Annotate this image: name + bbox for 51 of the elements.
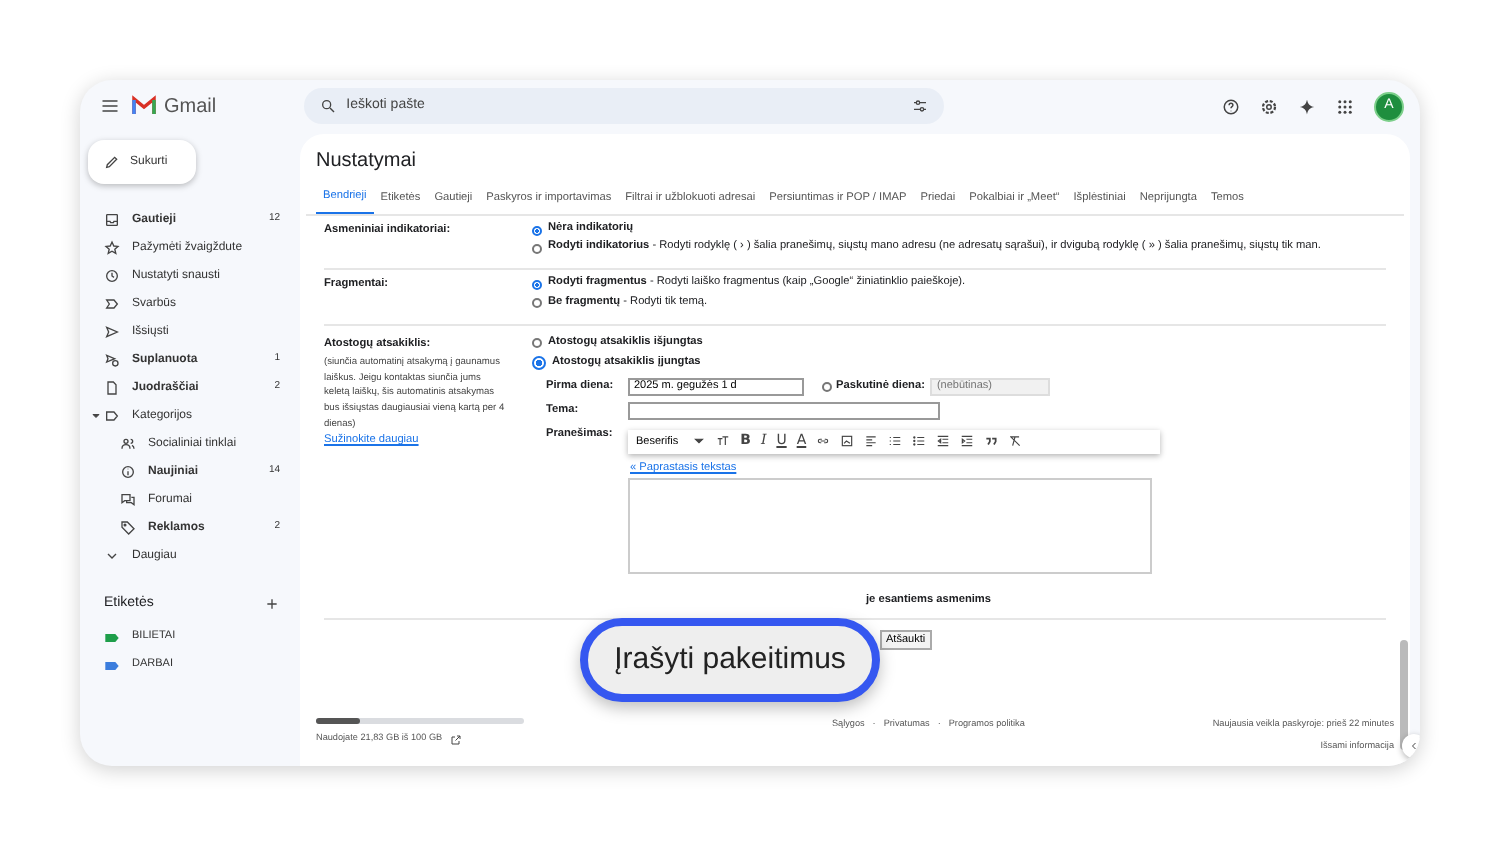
logo-text: Gmail — [164, 93, 217, 121]
clear-format-icon[interactable] — [1008, 434, 1023, 449]
chevron-down-icon — [104, 548, 120, 564]
radio-button[interactable] — [532, 338, 542, 349]
label-icon — [104, 296, 120, 312]
scrollbar[interactable] — [1400, 640, 1408, 750]
inbox-icon — [104, 212, 120, 228]
people-icon — [120, 436, 136, 452]
radio-button[interactable] — [532, 243, 542, 254]
help-icon[interactable] — [1222, 97, 1240, 115]
scheduled-icon — [104, 352, 120, 368]
bulleted-list-icon[interactable] — [912, 434, 927, 449]
send-icon — [104, 324, 120, 340]
caret-icon[interactable] — [90, 410, 102, 422]
quote-icon[interactable] — [984, 434, 999, 449]
radio-button[interactable] — [532, 356, 546, 371]
sparkle-icon[interactable] — [1298, 97, 1316, 115]
apps-icon[interactable] — [1336, 97, 1354, 115]
tag-icon — [120, 520, 136, 536]
mail-logo-icon — [132, 94, 156, 118]
indent-more-icon[interactable] — [960, 434, 975, 449]
pencil-icon — [104, 154, 120, 170]
message-field[interactable] — [628, 478, 1152, 575]
subject-field[interactable] — [628, 401, 940, 420]
filter-icon[interactable] — [912, 98, 929, 114]
save-changes-callout[interactable]: Įrašyti pakeitimus — [580, 618, 880, 702]
add-icon[interactable] — [264, 596, 280, 613]
link-icon[interactable] — [816, 434, 831, 449]
page-title: Nustatymai — [314, 148, 419, 176]
label-icon — [104, 408, 120, 424]
checkbox[interactable] — [822, 381, 832, 392]
collapse-button[interactable] — [1402, 734, 1420, 758]
external-link-icon[interactable] — [450, 733, 463, 746]
star-icon — [104, 240, 120, 256]
search-icon — [320, 98, 337, 114]
menu-icon[interactable] — [100, 96, 120, 116]
chat-icon — [120, 492, 136, 508]
info-icon — [120, 464, 136, 480]
radio-button[interactable] — [532, 279, 542, 290]
radio-button[interactable] — [532, 298, 542, 309]
caret-icon — [692, 434, 707, 449]
image-icon[interactable] — [840, 434, 855, 449]
align-icon[interactable] — [864, 434, 879, 449]
text-size-icon[interactable] — [716, 434, 731, 449]
file-icon — [104, 380, 120, 396]
indent-less-icon[interactable] — [936, 434, 951, 449]
clock-icon — [104, 268, 120, 284]
numbered-list-icon[interactable] — [888, 434, 903, 449]
radio-button[interactable] — [532, 225, 542, 236]
chevron-left-icon — [1408, 740, 1420, 752]
settings-icon[interactable] — [1260, 97, 1278, 115]
